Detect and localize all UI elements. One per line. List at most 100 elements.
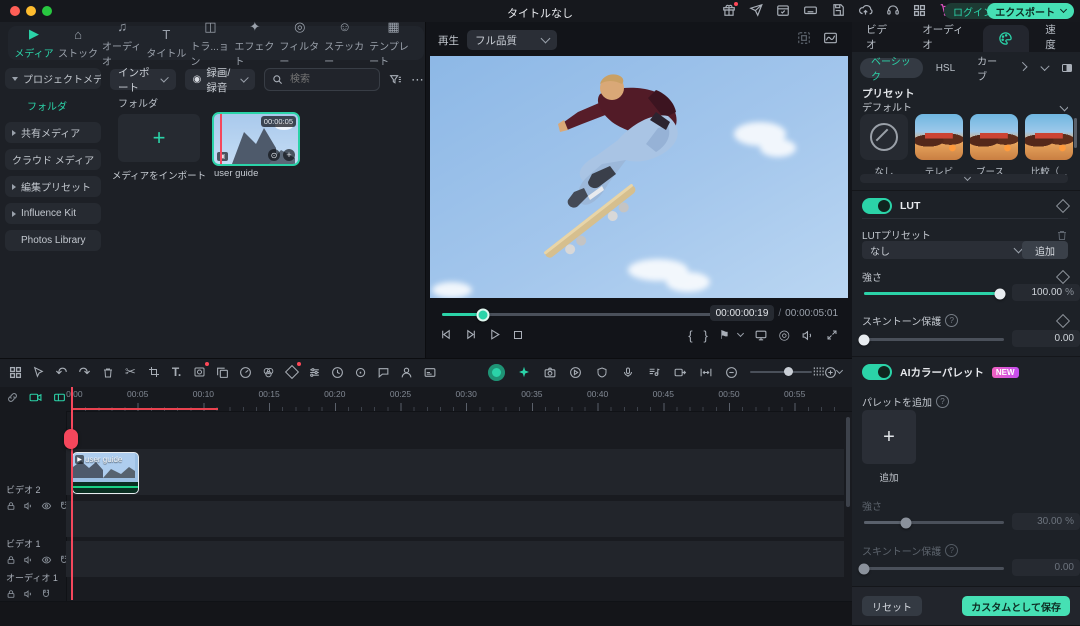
layout-grid-icon[interactable] xyxy=(797,31,811,45)
search-input[interactable] xyxy=(288,73,372,86)
lut-skin-slider[interactable] xyxy=(864,338,1004,341)
ai-skin-slider[interactable] xyxy=(864,567,1004,570)
speed-icon[interactable] xyxy=(238,364,253,380)
delete-icon[interactable] xyxy=(100,364,115,380)
media-tab-8[interactable]: ☺ステッカー xyxy=(324,19,365,68)
eye-icon[interactable] xyxy=(41,501,52,511)
current-timecode[interactable]: 00:00:00:19 xyxy=(710,305,775,321)
filter-icon[interactable] xyxy=(389,73,402,86)
ai-strength-slider[interactable] xyxy=(864,521,1004,524)
apps-icon[interactable] xyxy=(913,4,926,17)
calendar-check-icon[interactable] xyxy=(776,3,790,17)
lut-delete-icon[interactable] xyxy=(1056,229,1068,241)
sidebar-item-7[interactable]: Photos Library xyxy=(5,230,101,251)
avatar-icon[interactable] xyxy=(399,364,414,380)
track-manager-caret-icon[interactable] xyxy=(836,367,843,374)
speaker-icon[interactable] xyxy=(23,555,34,565)
preset-category-dropdown[interactable]: デフォルト xyxy=(862,101,1068,115)
sidebar-item-5[interactable]: 編集プリセット xyxy=(5,176,101,197)
ai-palette-toggle[interactable] xyxy=(862,364,892,380)
lock-icon[interactable] xyxy=(6,555,16,565)
preview-progress[interactable] xyxy=(442,313,714,316)
video-preview-canvas[interactable] xyxy=(430,56,848,298)
export-clip-icon[interactable] xyxy=(672,364,687,380)
lut-toggle[interactable] xyxy=(862,198,892,214)
compare-icon[interactable] xyxy=(1060,62,1074,74)
speaker-icon[interactable] xyxy=(23,589,34,599)
scopes-icon[interactable] xyxy=(823,31,838,45)
preset-tile-1[interactable]: なし xyxy=(860,114,908,178)
audio-mixer-icon[interactable] xyxy=(646,364,661,380)
record-icon[interactable] xyxy=(487,363,505,381)
media-clip-tile[interactable]: 00:00:05 ▣ ⊙ + xyxy=(212,112,300,166)
magnet-icon[interactable] xyxy=(41,589,51,599)
prev-frame-icon[interactable] xyxy=(440,328,453,341)
tab-audio[interactable]: オーディオ xyxy=(908,22,982,52)
ai-sparkle-icon[interactable] xyxy=(516,364,531,380)
track-header-video2[interactable]: ビデオ 2 xyxy=(6,483,69,511)
export-button[interactable]: エクスポート xyxy=(987,3,1074,19)
mute-icon[interactable] xyxy=(801,329,815,342)
split-icon[interactable]: ✂ xyxy=(123,364,138,380)
media-tab-5[interactable]: ◫トラ...ョン xyxy=(190,19,230,68)
support-icon[interactable] xyxy=(886,3,900,17)
tab-video[interactable]: ビデオ xyxy=(852,22,908,52)
track-manager-icon[interactable] xyxy=(811,364,826,380)
preset-scrollbar[interactable] xyxy=(1074,118,1077,148)
play-icon[interactable] xyxy=(488,328,501,341)
chain-link-icon[interactable] xyxy=(6,391,19,404)
media-tab-3[interactable]: ♫オーディオ xyxy=(102,19,142,68)
track-header-audio1[interactable]: オーディオ 1 xyxy=(6,571,58,599)
preset-tile-4[interactable]: 比較（... xyxy=(1025,114,1073,178)
subtab-expand-icon[interactable] xyxy=(1040,62,1049,71)
gift-icon[interactable] xyxy=(722,3,736,17)
timeline-vscrollbar[interactable] xyxy=(846,417,850,507)
microphone-icon[interactable] xyxy=(620,364,635,380)
quality-dropdown[interactable]: フル品質 xyxy=(467,30,557,50)
subtab-hsl[interactable]: HSL xyxy=(927,58,964,78)
import-media-tile[interactable]: + xyxy=(118,114,200,162)
lock-icon[interactable] xyxy=(6,589,16,599)
voice-icon[interactable] xyxy=(376,364,391,380)
more-options-icon[interactable]: ⋯ xyxy=(411,72,425,88)
preset-tile-2[interactable]: テレビ xyxy=(915,114,963,178)
search-box[interactable] xyxy=(264,68,380,91)
keyframe-icon[interactable] xyxy=(284,364,299,380)
timeline-clip[interactable]: ▶ user guide xyxy=(72,452,139,494)
info-icon[interactable]: ? xyxy=(945,314,958,327)
lut-strength-slider[interactable] xyxy=(864,292,1004,295)
sidebar-item-6[interactable]: Influence Kit xyxy=(5,203,101,224)
media-tab-9[interactable]: ▦テンプレート xyxy=(369,19,418,68)
lut-skin-value[interactable]: 0.00 xyxy=(1012,330,1080,347)
lut-skin-keyframe-icon[interactable] xyxy=(1056,313,1070,327)
adjust-icon[interactable] xyxy=(307,364,322,380)
lut-strength-value[interactable]: 100.00% xyxy=(1012,284,1080,301)
speaker-icon[interactable] xyxy=(23,501,34,511)
cloud-upload-icon[interactable] xyxy=(858,3,873,17)
save-custom-button[interactable]: カスタムとして保存 xyxy=(962,596,1070,616)
track-apps-icon[interactable] xyxy=(8,364,23,380)
preset-tile-3[interactable]: ブース... xyxy=(970,114,1018,178)
timeline-zoom-slider[interactable] xyxy=(750,364,812,380)
select-cursor-icon[interactable] xyxy=(31,364,46,380)
sidebar-item-1[interactable]: プロジェクトメデ... xyxy=(5,68,101,89)
mark-in-icon[interactable]: { xyxy=(688,328,692,343)
media-tab-1[interactable]: ▶メディア xyxy=(14,26,54,60)
preset-expander[interactable] xyxy=(860,174,1068,183)
mask-icon[interactable] xyxy=(192,364,207,380)
range-icon[interactable] xyxy=(698,364,713,380)
timeline-snap-icon[interactable] xyxy=(52,391,67,404)
zoom-out-icon[interactable] xyxy=(724,364,739,380)
snapshot-icon[interactable]: ◎ xyxy=(779,327,790,343)
duration-icon[interactable] xyxy=(330,364,345,380)
tab-color[interactable] xyxy=(983,25,1030,52)
info-icon[interactable]: ? xyxy=(945,544,958,557)
clip-speed-icon[interactable]: ⊙ xyxy=(268,149,280,161)
media-tab-2[interactable]: ⌂ストック xyxy=(58,26,98,60)
media-tab-7[interactable]: ◎フィルター xyxy=(279,19,320,68)
playhead-handle[interactable] xyxy=(64,429,78,449)
lut-strength-keyframe-icon[interactable] xyxy=(1056,269,1070,283)
undo-icon[interactable]: ↶ xyxy=(54,364,69,380)
sidebar-item-4[interactable]: クラウド メディア xyxy=(5,149,101,170)
ai-strength-value[interactable]: 30.00% xyxy=(1012,513,1080,530)
